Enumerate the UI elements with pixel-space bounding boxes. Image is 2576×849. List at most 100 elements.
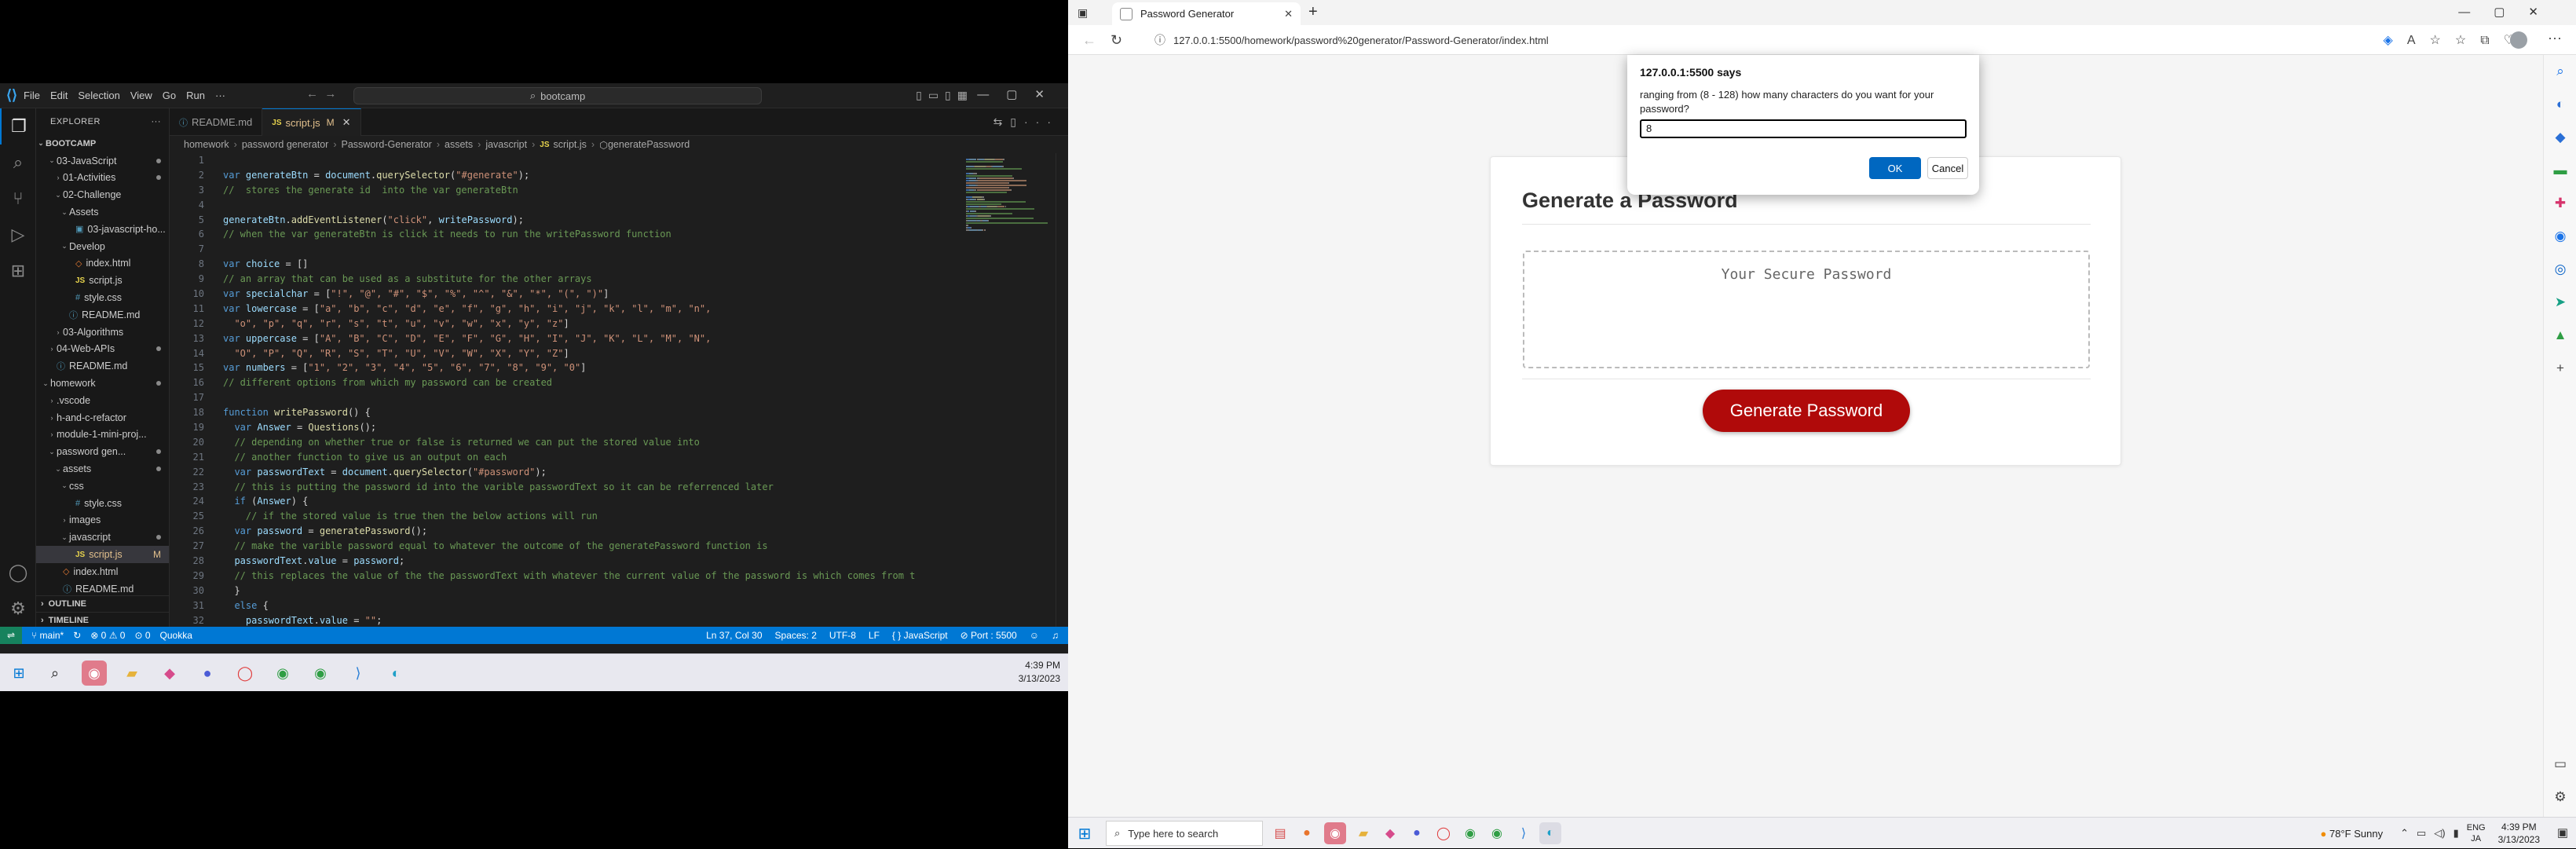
gear-icon[interactable]: ⚙	[0, 591, 36, 627]
app-icon-1[interactable]: ◉	[1324, 822, 1346, 844]
breadcrumb-item[interactable]: Password-Generator	[342, 139, 432, 150]
refresh-button[interactable]: ↻	[1111, 32, 1122, 49]
clock-right[interactable]: 4:39 PM 3/13/2023	[2498, 821, 2540, 846]
tab-actions-icon[interactable]: ▣	[1078, 6, 1088, 20]
file-explorer-icon[interactable]: ▰	[119, 661, 145, 686]
breadcrumb-item[interactable]: script.js	[554, 139, 587, 150]
editor-scrollbar[interactable]	[1056, 153, 1068, 627]
tree-item[interactable]: # style.css	[36, 495, 169, 512]
tree-item[interactable]: ⌄ css	[36, 478, 169, 495]
bing-icon[interactable]: ◐	[2544, 88, 2576, 121]
address-bar[interactable]: ⓘ 127.0.0.1:5500/homework/password%20gen…	[1154, 29, 2356, 51]
close-tab-icon[interactable]: ✕	[1284, 8, 1293, 20]
indentation[interactable]: Spaces: 2	[775, 630, 817, 641]
search-icon[interactable]: ⌕	[0, 145, 36, 181]
sync-icon[interactable]: ↻	[73, 630, 81, 641]
breadcrumb-item[interactable]: javascript	[485, 139, 527, 150]
new-tab-button[interactable]: +	[1308, 3, 1318, 21]
basketball-icon[interactable]: ●	[1296, 822, 1318, 844]
chrome-profile-icon[interactable]: ◉	[308, 661, 333, 686]
app-icon-2[interactable]: ◆	[157, 661, 182, 686]
file-explorer-icon[interactable]: ▰	[1352, 822, 1374, 844]
tools-icon[interactable]: ▬	[2544, 154, 2576, 187]
outline-section[interactable]: › OUTLINE	[36, 595, 170, 612]
menu-item-edit[interactable]: Edit	[50, 90, 68, 101]
tree-item[interactable]: ⌄ assets	[36, 460, 169, 478]
search-icon[interactable]: ⌕	[42, 661, 68, 686]
windows-start-icon[interactable]: ⊞	[1076, 825, 1093, 843]
tree-item[interactable]: ◇ index.html	[36, 563, 169, 580]
tree-item[interactable]: ▣ 03-javascript-ho...	[36, 221, 169, 238]
tree-item[interactable]: ⌄ 02-Challenge	[36, 186, 169, 203]
add-icon[interactable]: +	[2544, 352, 2576, 385]
tree-item[interactable]: ◇ index.html	[36, 255, 169, 273]
tree-item[interactable]: › .vscode	[36, 392, 169, 409]
tree-item[interactable]: › images	[36, 512, 169, 529]
breadcrumb-item[interactable]: assets	[445, 139, 473, 150]
notifications-icon[interactable]: ♫	[1052, 630, 1059, 641]
code-editor[interactable]: 1 2 var generateBtn = document.querySelect…	[170, 153, 961, 627]
clock-left[interactable]: 4:39 PM 3/13/2023	[1019, 659, 1060, 686]
menu-item-file[interactable]: File	[24, 90, 40, 101]
tree-item[interactable]: JS script.js	[36, 272, 169, 289]
menu-item-go[interactable]: Go	[163, 90, 176, 101]
tree-item[interactable]: ⌄ Assets	[36, 203, 169, 221]
tree-icon[interactable]: ▲	[2544, 319, 2576, 352]
windows-start-icon[interactable]: ⊞	[6, 661, 31, 686]
source-control-icon[interactable]: ⑂	[0, 181, 36, 217]
problems-status[interactable]: ⊗ 0 ⚠ 0	[90, 630, 125, 641]
app-icon-1[interactable]: ◉	[82, 661, 107, 686]
tree-item[interactable]: ⌄ password gen...	[36, 443, 169, 460]
edge-icon[interactable]: ◐	[1539, 822, 1561, 844]
breadcrumb-item[interactable]: generatePassword	[608, 139, 690, 150]
menu-item-run[interactable]: Run	[186, 90, 205, 101]
branch-status[interactable]: ⑂ main*	[31, 630, 64, 641]
dialog-input[interactable]: 8	[1640, 119, 1967, 138]
tree-item[interactable]: › module-1-mini-proj...	[36, 426, 169, 444]
more-menu-icon[interactable]: ···	[2548, 30, 2562, 46]
explorer-icon[interactable]: ❐	[0, 108, 36, 145]
tree-item[interactable]: › h-and-c-refactor	[36, 409, 169, 426]
opera-icon[interactable]: ◯	[1433, 822, 1454, 844]
encoding[interactable]: UTF-8	[829, 630, 856, 641]
battery-icon[interactable]: ▮	[2453, 827, 2459, 840]
run-debug-icon[interactable]: ▷	[0, 217, 36, 253]
outlook-icon[interactable]: ◎	[2544, 253, 2576, 286]
weather-widget[interactable]: ● 78°F Sunny	[2321, 828, 2384, 840]
taskbar-search[interactable]: ⌕ Type here to search	[1106, 821, 1263, 846]
close-icon[interactable]: ✕	[342, 116, 351, 129]
tree-item[interactable]: › 04-Web-APIs	[36, 341, 169, 358]
ports-status[interactable]: ⊙ 0	[134, 630, 150, 641]
feedback-icon[interactable]: ☺	[1030, 630, 1039, 641]
tree-item[interactable]: ⌄ homework	[36, 375, 169, 392]
opera-icon[interactable]: ◯	[232, 661, 258, 686]
minimap[interactable]	[961, 153, 1056, 627]
back-button[interactable]: ←	[1082, 32, 1096, 49]
menu-item-view[interactable]: View	[130, 90, 152, 101]
discord-icon[interactable]: ●	[195, 661, 220, 686]
cursor-position[interactable]: Ln 37, Col 30	[706, 630, 762, 641]
office-icon[interactable]: ◉	[2544, 220, 2576, 253]
breadcrumb-item[interactable]: homework	[184, 139, 229, 150]
tree-item[interactable]: # style.css	[36, 289, 169, 306]
tree-item[interactable]: ⌄ Develop	[36, 238, 169, 255]
app-icon-2[interactable]: ◆	[1379, 822, 1401, 844]
browser-tab[interactable]: Password Generator ✕	[1112, 2, 1301, 25]
account-icon[interactable]: ◯	[0, 554, 36, 591]
live-server-port[interactable]: ⊘ Port : 5500	[961, 630, 1017, 641]
edge-icon[interactable]: ◐	[383, 661, 408, 686]
chrome-icon[interactable]: ◉	[270, 661, 295, 686]
search-icon[interactable]: ⌕	[2544, 55, 2576, 88]
tab-script-js[interactable]: JS script.js M ✕	[262, 108, 361, 136]
tab-readme-md[interactable]: ⓘ README.md	[170, 108, 263, 136]
nav-arrows[interactable]: ← →	[306, 87, 336, 101]
drop-icon[interactable]: ➤	[2544, 286, 2576, 319]
vscode-taskbar-icon[interactable]: ⟩	[346, 661, 371, 686]
more-actions-icon[interactable]: ···	[152, 117, 162, 126]
layout-controls[interactable]: ▯▭▯▦	[916, 89, 974, 102]
breadcrumb-item[interactable]: password generator	[242, 139, 328, 150]
tree-item[interactable]: › 03-Algorithms	[36, 324, 169, 341]
shopping-icon[interactable]: ◆	[2544, 121, 2576, 154]
command-center[interactable]: ⌕ bootcamp	[353, 87, 762, 104]
cancel-button[interactable]: Cancel	[1927, 157, 1968, 179]
